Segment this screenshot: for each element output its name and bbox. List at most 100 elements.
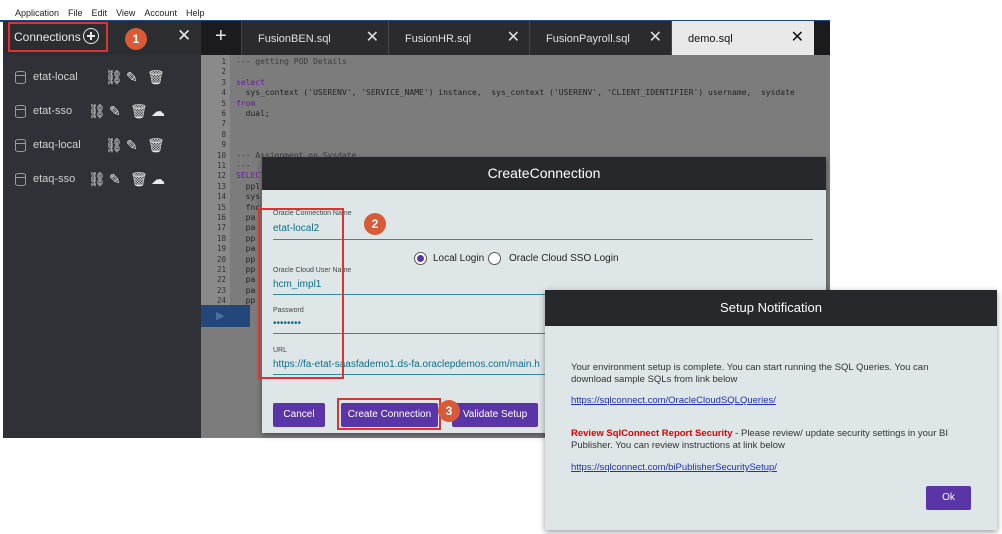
dialog-title: CreateConnection [262, 157, 826, 190]
tab-fusionben[interactable]: FusionBEN.sql ✕ [241, 21, 389, 55]
menu-view[interactable]: View [116, 8, 135, 18]
step-badge-1: 1 [125, 28, 147, 50]
delete-icon[interactable]: 🗑 [147, 68, 165, 86]
line-number: 3 [221, 77, 226, 87]
line-number: 18 [216, 233, 226, 243]
database-icon [15, 173, 26, 186]
play-icon[interactable]: ▶ [216, 309, 224, 322]
link-icon[interactable]: ⛓ [105, 136, 123, 154]
code-line[interactable]: pp [236, 296, 256, 305]
line-number: 9 [221, 140, 226, 150]
menu-help[interactable]: Help [186, 8, 205, 18]
edit-icon[interactable]: ✎ [126, 136, 138, 154]
cloud-off-icon[interactable]: ☁ [151, 170, 165, 188]
connection-item[interactable]: etaq-sso ⛓ ✎ 🗑 ☁ [3, 167, 201, 197]
code-line[interactable]: sys [236, 192, 260, 201]
menu-bar: Application File Edit View Account Help [0, 0, 830, 22]
connection-item[interactable]: etaq-local ⛓ ✎ 🗑 [3, 133, 201, 163]
close-tab-icon[interactable]: ✕ [791, 27, 804, 47]
line-number: 13 [216, 181, 226, 191]
line-number: 23 [216, 285, 226, 295]
link-icon[interactable]: ⛓ [88, 170, 106, 188]
sso-login-radio[interactable] [488, 252, 501, 265]
close-icon[interactable]: ✕ [177, 26, 191, 46]
menu-application[interactable]: Application [15, 8, 59, 18]
link-icon[interactable]: ⛓ [105, 68, 123, 86]
step-badge-3: 3 [438, 400, 460, 422]
menu-file[interactable]: File [68, 8, 83, 18]
code-line[interactable]: from [236, 99, 255, 108]
cancel-button[interactable]: Cancel [273, 403, 325, 427]
link-icon[interactable]: ⛓ [88, 102, 106, 120]
line-number: 24 [216, 296, 226, 306]
edit-icon[interactable]: ✎ [126, 68, 138, 86]
tab-label: FusionHR.sql [405, 33, 472, 45]
menu-edit[interactable]: Edit [92, 8, 108, 18]
code-line[interactable]: --- [236, 161, 250, 170]
line-number: 5 [221, 98, 226, 108]
database-icon [15, 139, 26, 152]
delete-icon[interactable]: 🗑 [130, 102, 148, 120]
edit-icon[interactable]: ✎ [109, 170, 121, 188]
sample-sql-link[interactable]: https://sqlconnect.com/OracleCloudSQLQue… [571, 395, 776, 406]
code-line[interactable]: fnc [236, 203, 260, 212]
security-warning: Review SqlConnect Report Security - Plea… [571, 428, 971, 452]
line-number: 17 [216, 223, 226, 233]
code-line[interactable]: pa [236, 244, 256, 253]
code-line[interactable]: pa [236, 275, 256, 284]
code-line[interactable]: pa [236, 213, 256, 222]
tab-label: demo.sql [688, 33, 733, 45]
line-number: 10 [216, 150, 226, 160]
tab-fusionhr[interactable]: FusionHR.sql ✕ [388, 21, 530, 55]
local-login-radio[interactable] [414, 252, 427, 265]
tab-label: FusionPayroll.sql [546, 33, 630, 45]
connection-item[interactable]: etat-local ⛓ ✎ 🗑 [3, 65, 201, 95]
line-number: 12 [216, 171, 226, 181]
connection-name-underline [273, 239, 813, 240]
code-line[interactable]: pp [236, 265, 256, 274]
connection-name: etaq-local [33, 139, 81, 151]
code-line[interactable]: pp [236, 255, 256, 264]
connection-item[interactable]: etat-sso ⛓ ✎ 🗑 ☁ [3, 99, 201, 129]
delete-icon[interactable]: 🗑 [130, 170, 148, 188]
line-number: 14 [216, 192, 226, 202]
close-tab-icon[interactable]: ✕ [649, 27, 662, 47]
step-badge-2: 2 [364, 213, 386, 235]
edit-icon[interactable]: ✎ [109, 102, 121, 120]
code-line[interactable]: ppl [236, 182, 260, 191]
line-number: 4 [221, 88, 226, 98]
delete-icon[interactable]: 🗑 [147, 136, 165, 154]
line-number: 7 [221, 119, 226, 129]
create-button-highlight [337, 398, 441, 430]
line-number: 19 [216, 244, 226, 254]
bi-publisher-security-link[interactable]: https://sqlconnect.com/biPublisherSecuri… [571, 462, 777, 473]
connection-name: etat-sso [33, 105, 73, 117]
close-tab-icon[interactable]: ✕ [507, 27, 520, 47]
sso-login-label: Oracle Cloud SSO Login [509, 253, 619, 264]
code-line[interactable]: sys_context ('USERENV', 'SERVICE_NAME') … [236, 88, 795, 97]
tab-bar: + FusionBEN.sql ✕ FusionHR.sql ✕ FusionP… [201, 21, 830, 55]
local-login-label: Local Login [433, 253, 485, 264]
code-line[interactable]: pa [236, 286, 256, 295]
code-line[interactable]: pp [236, 234, 256, 243]
database-icon [15, 105, 26, 118]
menu-account[interactable]: Account [144, 8, 177, 18]
code-line[interactable]: --- getting POD Details [236, 57, 347, 66]
line-number: 21 [216, 265, 226, 274]
code-line[interactable]: select [236, 78, 265, 87]
database-icon [15, 71, 26, 84]
tab-label: FusionBEN.sql [258, 33, 331, 45]
setup-complete-message: Your environment setup is complete. You … [571, 362, 929, 385]
close-tab-icon[interactable]: ✕ [366, 27, 379, 47]
validate-setup-button[interactable]: Validate Setup [452, 403, 538, 427]
code-line[interactable]: SELECT [236, 171, 265, 180]
notification-title: Setup Notification [545, 290, 997, 326]
ok-button[interactable]: Ok [926, 486, 971, 510]
code-line[interactable]: dual; [236, 109, 270, 118]
run-bar[interactable]: ▶ [201, 305, 250, 327]
cloud-off-icon[interactable]: ☁ [151, 102, 165, 120]
code-line[interactable]: pa [236, 223, 256, 232]
new-tab-icon[interactable]: + [215, 25, 227, 48]
tab-demo[interactable]: demo.sql ✕ [671, 21, 814, 55]
tab-fusionpayroll[interactable]: FusionPayroll.sql ✕ [529, 21, 672, 55]
